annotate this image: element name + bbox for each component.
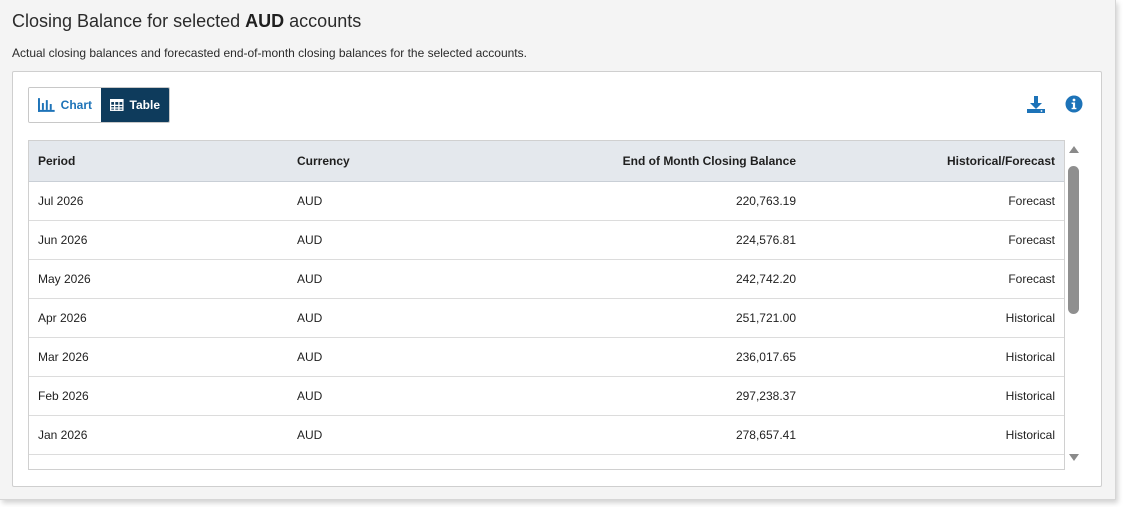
info-button[interactable] (1064, 94, 1084, 114)
currency-cell: AUD (288, 376, 546, 416)
table-row: Jun 2026 AUD 224,576.81 Forecast (29, 220, 1064, 260)
table-scrollbar[interactable] (1067, 140, 1081, 470)
period-cell: Mar 2026 (29, 337, 288, 377)
historical-forecast-cell: Historical (805, 298, 1064, 338)
closing-balance-panel: Closing Balance for selected AUD account… (0, 0, 1116, 500)
column-header-historical-forecast[interactable]: Historical/Forecast (805, 141, 1064, 182)
chart-view-button[interactable]: Chart (29, 88, 101, 122)
panel-subtitle: Actual closing balances and forecasted e… (12, 46, 527, 60)
closing-balance-cell: 278,657.41 (546, 415, 805, 455)
historical-forecast-cell: Forecast (805, 220, 1064, 260)
scrollbar-thumb[interactable] (1068, 166, 1079, 314)
closing-balance-cell: 234,804.07 (546, 454, 805, 469)
table-row: Jul 2026 AUD 220,763.19 Forecast (29, 181, 1064, 221)
period-cell: Feb 2026 (29, 376, 288, 416)
closing-balance-cell: 236,017.65 (546, 337, 805, 377)
column-header-currency[interactable]: Currency (288, 141, 546, 182)
currency-cell: AUD (288, 454, 546, 469)
period-cell: Jul 2026 (29, 181, 288, 221)
title-prefix: Closing Balance for selected (12, 11, 241, 31)
column-header-period[interactable]: Period (29, 141, 288, 182)
balance-card: Chart Table Period Currency End of Month… (12, 71, 1102, 487)
historical-forecast-cell: Historical (805, 337, 1064, 377)
period-cell: May 2026 (29, 259, 288, 299)
historical-forecast-cell: Forecast (805, 181, 1064, 221)
title-suffix: accounts (289, 11, 362, 31)
currency-cell: AUD (288, 259, 546, 299)
balance-table: Period Currency End of Month Closing Bal… (29, 141, 1064, 469)
period-cell: Apr 2026 (29, 298, 288, 338)
period-cell: Dec 2025 (29, 454, 288, 469)
view-toggle: Chart Table (28, 87, 170, 123)
scroll-up-arrow-icon[interactable] (1069, 146, 1079, 153)
historical-forecast-cell: Historical (805, 415, 1064, 455)
historical-forecast-cell: Historical (805, 454, 1064, 469)
table-row: Apr 2026 AUD 251,721.00 Historical (29, 298, 1064, 338)
table-row: Jan 2026 AUD 278,657.41 Historical (29, 415, 1064, 455)
download-button[interactable] (1026, 94, 1046, 114)
table-view-button[interactable]: Table (101, 88, 169, 122)
table-icon (110, 99, 124, 111)
info-icon (1065, 95, 1083, 113)
closing-balance-cell: 297,238.37 (546, 376, 805, 416)
table-row: Feb 2026 AUD 297,238.37 Historical (29, 376, 1064, 416)
currency-cell: AUD (288, 337, 546, 377)
balance-table-container: Period Currency End of Month Closing Bal… (28, 140, 1065, 470)
chart-view-label: Chart (60, 98, 92, 112)
bar-chart-icon (38, 98, 55, 112)
closing-balance-cell: 224,576.81 (546, 220, 805, 260)
table-header-row: Period Currency End of Month Closing Bal… (29, 141, 1064, 182)
panel-title: Closing Balance for selected AUD account… (12, 11, 361, 32)
currency-cell: AUD (288, 220, 546, 260)
closing-balance-cell: 251,721.00 (546, 298, 805, 338)
historical-forecast-cell: Historical (805, 376, 1064, 416)
title-currency: AUD (245, 11, 285, 31)
currency-cell: AUD (288, 181, 546, 221)
download-icon (1027, 96, 1045, 113)
period-cell: Jun 2026 (29, 220, 288, 260)
currency-cell: AUD (288, 415, 546, 455)
historical-forecast-cell: Forecast (805, 259, 1064, 299)
closing-balance-cell: 242,742.20 (546, 259, 805, 299)
period-cell: Jan 2026 (29, 415, 288, 455)
currency-cell: AUD (288, 298, 546, 338)
table-view-label: Table (129, 98, 160, 112)
table-row: May 2026 AUD 242,742.20 Forecast (29, 259, 1064, 299)
closing-balance-cell: 220,763.19 (546, 181, 805, 221)
table-row: Dec 2025 AUD 234,804.07 Historical (29, 454, 1064, 469)
column-header-closing-balance[interactable]: End of Month Closing Balance (546, 141, 805, 182)
scroll-down-arrow-icon[interactable] (1069, 454, 1079, 461)
table-row: Mar 2026 AUD 236,017.65 Historical (29, 337, 1064, 377)
